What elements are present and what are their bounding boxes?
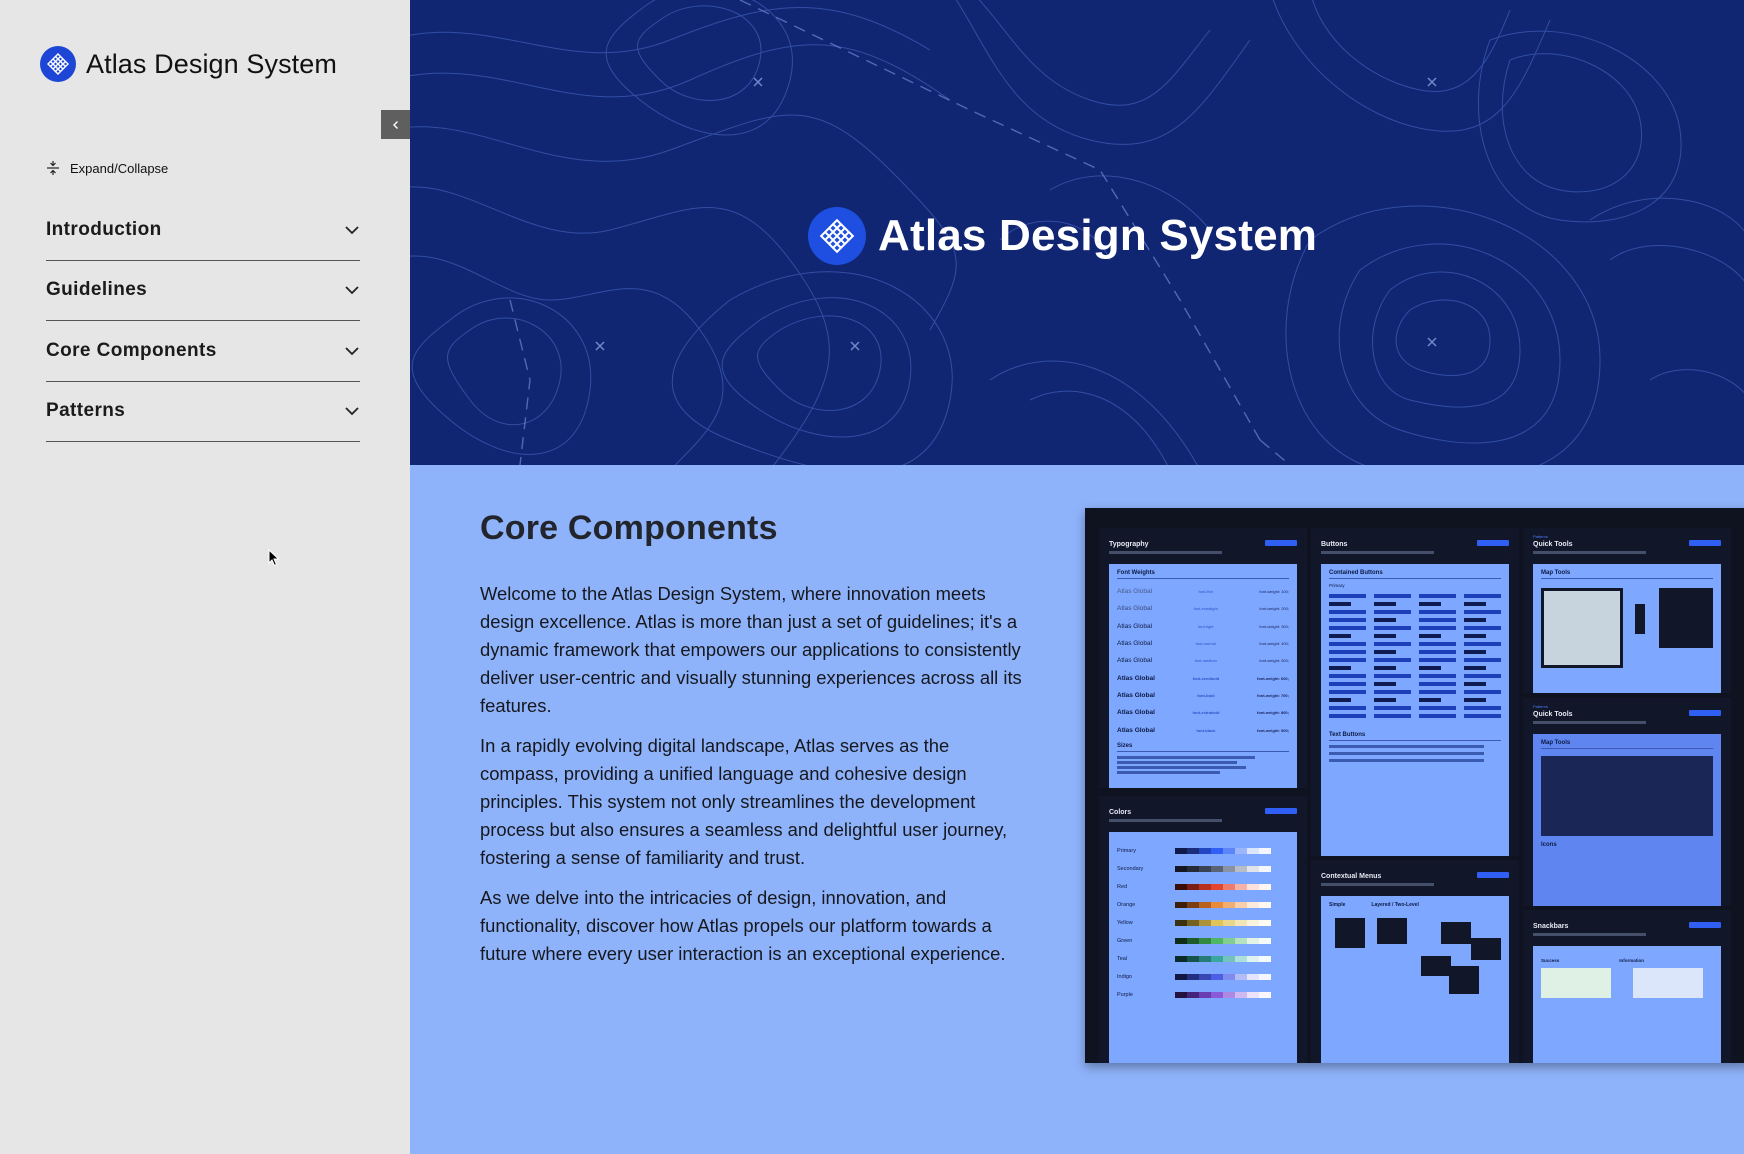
sidebar-item-label: Guidelines — [46, 279, 148, 301]
chevron-down-icon — [345, 226, 359, 235]
chevron-down-icon — [345, 286, 359, 295]
core-components-section: Core Components Welcome to the Atlas Des… — [410, 465, 1744, 1154]
preview-card-label: Font Weights — [1117, 570, 1289, 579]
font-weight-row: Atlas Global font-normal font-weight: 400; — [1117, 640, 1289, 648]
preview-card-context-menus: Contextual Menus Simple Layered / Two-Le… — [1311, 860, 1519, 1063]
sidebar-item-patterns[interactable]: Patterns — [46, 382, 360, 442]
preview-card-label: Map Tools — [1541, 570, 1713, 579]
brand[interactable]: Atlas Design System — [40, 46, 337, 82]
brand-title: Atlas Design System — [86, 48, 337, 79]
sidebar-item-guidelines[interactable]: Guidelines — [46, 261, 360, 321]
sidebar-item-label: Core Components — [46, 339, 217, 361]
preview-card-label: Map Tools — [1541, 740, 1713, 749]
section-title: Core Components — [480, 509, 778, 547]
color-row: Primary — [1117, 842, 1289, 860]
color-row: Red — [1117, 878, 1289, 896]
color-row: Secondary — [1117, 860, 1289, 878]
preview-card-buttons: Buttons Contained Buttons Primary Text B… — [1311, 528, 1519, 856]
preview-card-snackbars: Snackbars Success Information — [1523, 910, 1731, 1063]
color-row: Teal — [1117, 950, 1289, 968]
font-weight-row: Atlas Global font-bold font-weight: 700; — [1117, 691, 1289, 699]
expand-collapse-label: Expand/Collapse — [70, 160, 169, 176]
paragraph: Welcome to the Atlas Design System, wher… — [480, 583, 1022, 716]
collapse-sidebar-button[interactable] — [381, 110, 410, 139]
font-weight-row: Atlas Global font-extrabold font-weight: 8… — [1117, 709, 1289, 717]
chevron-left-icon — [392, 120, 398, 129]
font-weight-row: Atlas Global font-black font-weight: 900; — [1117, 726, 1289, 734]
hero-title: Atlas Design System — [878, 211, 1318, 260]
sidebar-item-label: Introduction — [46, 218, 162, 240]
preview-card-quick-tools: Patterns Quick Tools Map Tools Icons — [1523, 698, 1731, 906]
section-description: Welcome to the Atlas Design System, wher… — [480, 580, 1025, 980]
color-row: Green — [1117, 932, 1289, 950]
color-row: Yellow — [1117, 914, 1289, 932]
paragraph: In a rapidly evolving digital landscape,… — [480, 735, 1008, 868]
color-row: Orange — [1117, 896, 1289, 914]
sidebar-item-core-components[interactable]: Core Components — [46, 321, 360, 382]
atlas-logo-icon — [808, 207, 866, 265]
font-weight-row: Atlas Global font-thin font-weight: 100; — [1117, 588, 1289, 596]
preview-card-label: Contained Buttons — [1329, 570, 1501, 579]
sidebar-nav: Introduction Guidelines Core Components … — [46, 200, 360, 442]
color-row: Indigo — [1117, 968, 1289, 986]
expand-collapse-toggle[interactable]: Expand/Collapse — [46, 160, 168, 176]
atlas-logo-icon — [40, 46, 76, 82]
font-weight-row: Atlas Global font-light font-weight: 300; — [1117, 622, 1289, 630]
mouse-cursor-icon — [268, 549, 280, 567]
color-row: Purple — [1117, 986, 1289, 1004]
preview-card-colors: Colors Primary Secondary Red Orange Yell… — [1099, 796, 1307, 1063]
sidebar-item-label: Patterns — [46, 400, 126, 422]
font-weight-row: Atlas Global font-semibold font-weight: 60… — [1117, 674, 1289, 682]
font-weight-row: Atlas Global font-medium font-weight: 500; — [1117, 657, 1289, 665]
preview-card-quick-tools: Patterns Quick Tools Map Tools — [1523, 528, 1731, 693]
paragraph: As we delve into the intricacies of desi… — [480, 887, 1006, 964]
chevron-down-icon — [345, 407, 359, 416]
chevron-down-icon — [345, 347, 359, 356]
components-preview-image: Typography Font Weights Atlas Global font… — [1085, 508, 1744, 1063]
hero-banner: Atlas Design System — [410, 0, 1744, 465]
preview-card-label: Sizes — [1117, 743, 1289, 752]
expand-collapse-icon — [47, 161, 59, 175]
preview-card-label: Text Buttons — [1329, 732, 1501, 741]
preview-card-label: Icons — [1541, 842, 1557, 848]
sidebar-item-introduction[interactable]: Introduction — [46, 200, 360, 261]
preview-card-typography: Typography Font Weights Atlas Global font… — [1099, 528, 1307, 788]
sidebar: Atlas Design System Expand/Collapse Intr… — [0, 0, 410, 1154]
hero-brand: Atlas Design System — [808, 207, 1317, 265]
font-weight-row: Atlas Global font-extralight font-weight: … — [1117, 605, 1289, 613]
